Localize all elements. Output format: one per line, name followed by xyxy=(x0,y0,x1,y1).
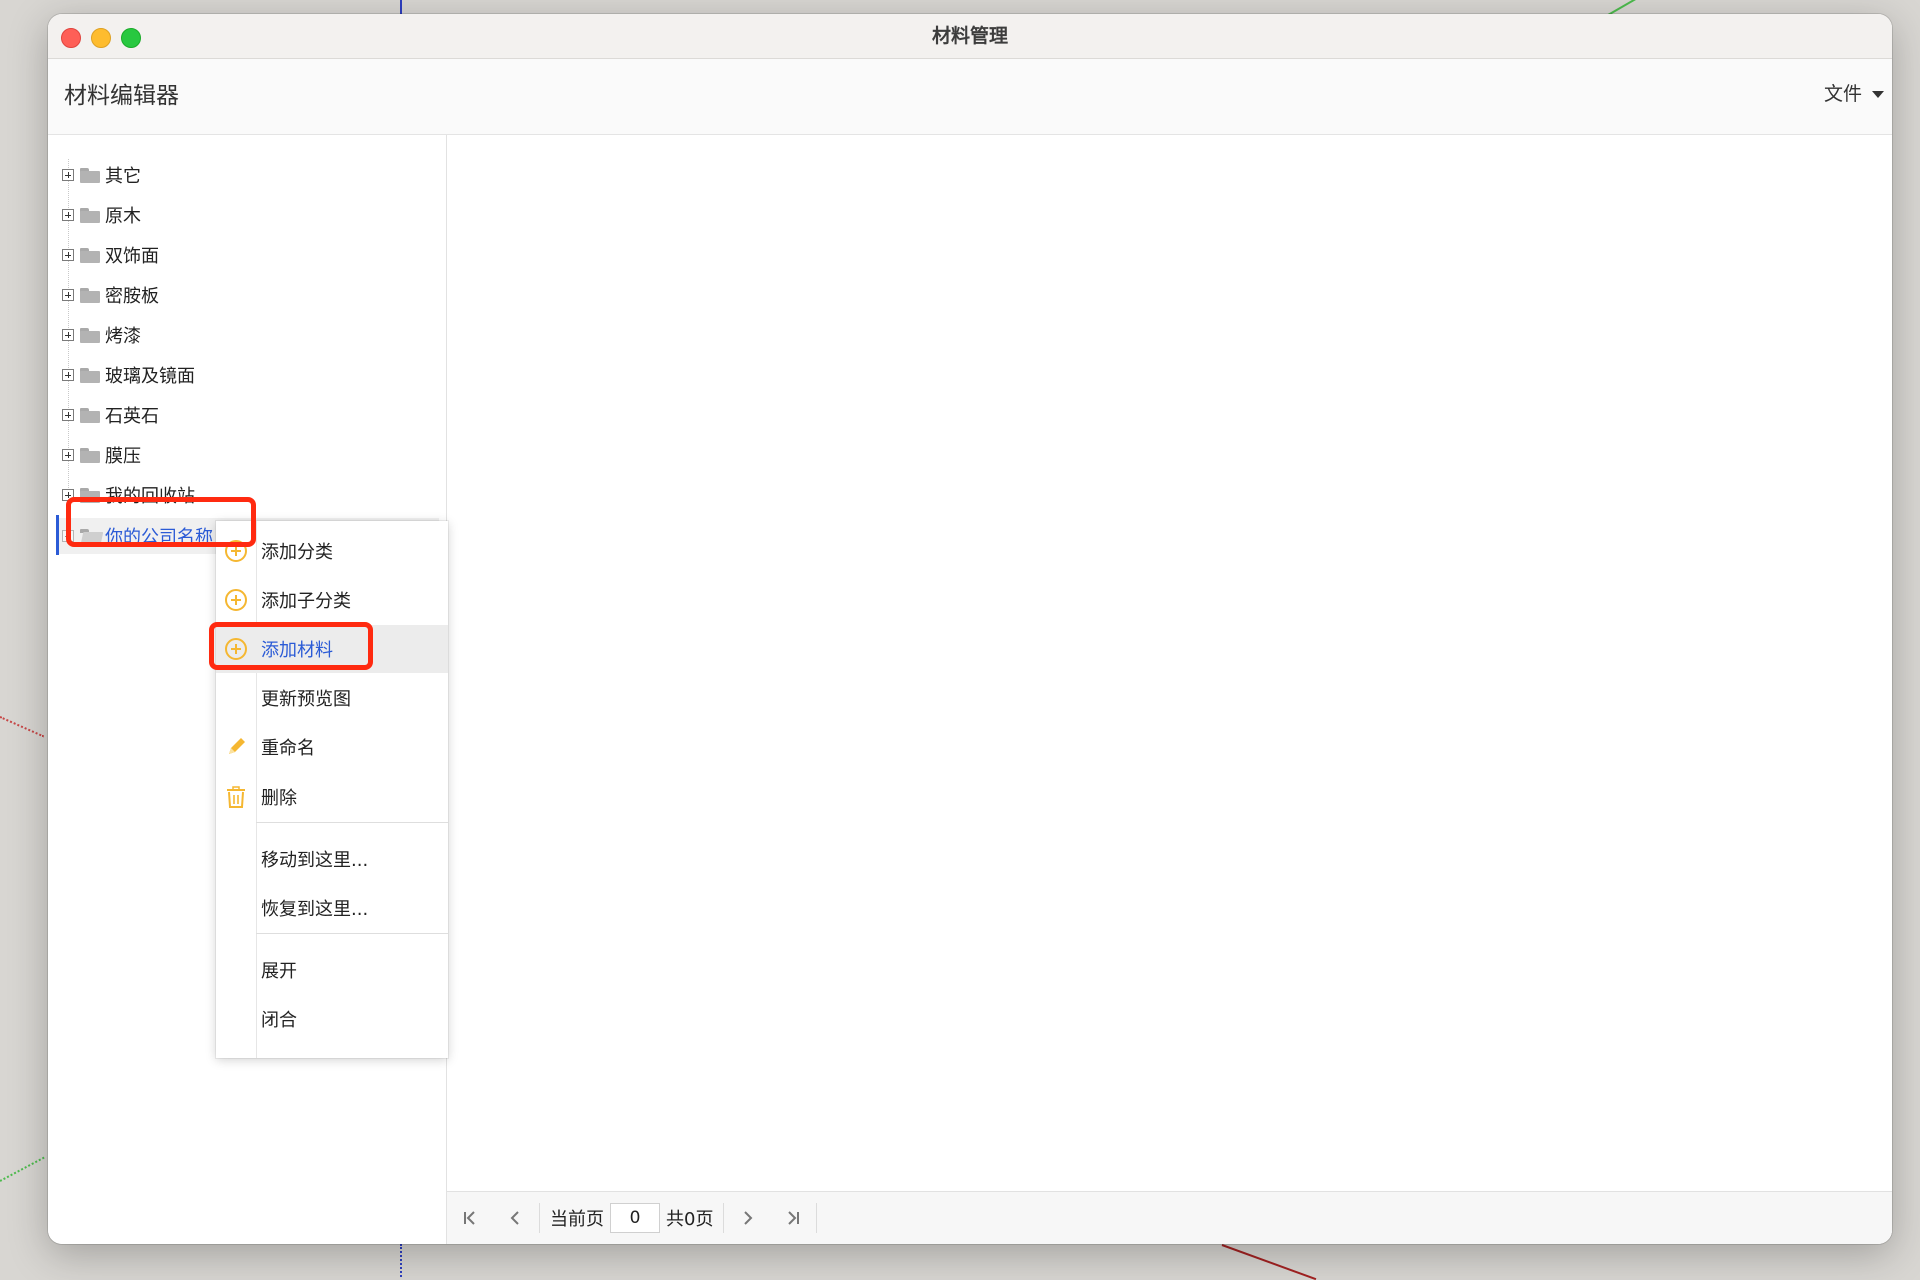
expand-icon[interactable] xyxy=(62,329,74,341)
file-menu-button[interactable]: 文件 xyxy=(1824,59,1884,129)
axis-line-blue-dotted xyxy=(400,1244,402,1277)
next-page-button[interactable] xyxy=(724,1198,770,1238)
menu-item-update-preview[interactable]: 更新预览图 xyxy=(216,674,448,722)
tree-item[interactable]: 石英石 xyxy=(62,397,159,433)
pager-divider xyxy=(539,1203,540,1233)
chevron-right-icon xyxy=(744,1211,753,1225)
plus-circle-icon xyxy=(225,589,247,611)
tree-item-label: 膜压 xyxy=(105,446,141,467)
menu-separator xyxy=(256,933,448,934)
current-page-input[interactable] xyxy=(610,1203,660,1233)
tree-item-label: 你的公司名称 xyxy=(105,527,213,548)
tree-selected-indicator xyxy=(56,515,59,555)
window-title: 材料管理 xyxy=(931,25,1008,47)
expand-icon[interactable] xyxy=(62,449,74,461)
menu-item-label: 恢复到这里... xyxy=(261,899,369,920)
expand-icon[interactable] xyxy=(62,530,74,542)
axis-line-red-dotted xyxy=(0,716,45,738)
open-folder-icon xyxy=(80,528,100,544)
chevron-left-icon xyxy=(510,1211,519,1225)
folder-icon xyxy=(80,247,100,263)
plus-circle-icon xyxy=(225,540,247,562)
tree-item[interactable]: 玻璃及镜面 xyxy=(62,357,195,393)
tree-item[interactable]: 我的回收站 xyxy=(62,477,195,513)
first-page-button[interactable] xyxy=(447,1198,493,1238)
tree-item-label: 我的回收站 xyxy=(105,486,195,507)
menu-item-restore-here[interactable]: 恢复到这里... xyxy=(216,884,448,932)
menu-item-label: 删除 xyxy=(261,788,297,809)
expand-icon[interactable] xyxy=(62,209,74,221)
menu-item-label: 添加材料 xyxy=(261,640,333,661)
tree-item[interactable]: 膜压 xyxy=(62,437,141,473)
tree-item-label: 石英石 xyxy=(105,406,159,427)
expand-icon[interactable] xyxy=(62,289,74,301)
app-title: 材料编辑器 xyxy=(64,83,179,109)
axis-line-red xyxy=(1221,1244,1317,1280)
last-page-button[interactable] xyxy=(770,1198,816,1238)
app-header: 材料编辑器 文件 xyxy=(48,59,1892,135)
tree-item[interactable]: 原木 xyxy=(62,197,141,233)
menu-item-delete[interactable]: 删除 xyxy=(216,773,448,821)
current-page-label: 当前页 xyxy=(550,1209,604,1230)
pencil-icon xyxy=(229,738,245,754)
menu-item-label: 添加子分类 xyxy=(261,591,351,612)
tree-item-label: 烤漆 xyxy=(105,326,141,347)
last-page-icon xyxy=(788,1211,800,1225)
folder-icon xyxy=(80,327,100,343)
expand-icon[interactable] xyxy=(62,409,74,421)
first-page-icon xyxy=(464,1211,475,1225)
menu-item-add-material[interactable]: 添加材料 xyxy=(216,625,448,673)
total-pages-label: 共0页 xyxy=(666,1209,714,1230)
tree-item[interactable]: 密胺板 xyxy=(62,277,159,313)
plus-circle-icon xyxy=(225,638,247,660)
menu-separator xyxy=(256,822,448,823)
tree-item-label: 密胺板 xyxy=(105,286,159,307)
expand-icon[interactable] xyxy=(62,489,74,501)
folder-icon xyxy=(80,207,100,223)
menu-item-move-here[interactable]: 移动到这里... xyxy=(216,835,448,883)
tree-context-menu: 添加分类 添加子分类 添加材料 更新预览图 重命名 删除 移动到这里... 恢复… xyxy=(216,521,448,1058)
tree-item[interactable]: 其它 xyxy=(62,157,141,193)
tree-item-label: 其它 xyxy=(105,166,141,187)
menu-item-label: 添加分类 xyxy=(261,542,333,563)
tree-item-label: 双饰面 xyxy=(105,246,159,267)
menu-item-label: 展开 xyxy=(261,961,297,982)
pager-divider xyxy=(816,1203,818,1233)
menu-item-add-subcategory[interactable]: 添加子分类 xyxy=(216,576,448,624)
menu-item-label: 移动到这里... xyxy=(261,850,369,871)
menu-item-rename[interactable]: 重命名 xyxy=(216,723,448,771)
tree-item-selected[interactable]: 你的公司名称 xyxy=(62,518,213,554)
menu-item-collapse[interactable]: 闭合 xyxy=(216,995,448,1043)
menu-item-expand[interactable]: 展开 xyxy=(216,946,448,994)
tree-item[interactable]: 双饰面 xyxy=(62,237,159,273)
title-bar[interactable]: 材料管理 xyxy=(48,14,1892,59)
folder-icon xyxy=(80,367,100,383)
menu-item-label: 闭合 xyxy=(261,1010,297,1031)
tree-item-label: 原木 xyxy=(105,206,141,227)
tree-item-label: 玻璃及镜面 xyxy=(105,366,195,387)
axis-line-blue xyxy=(400,0,402,14)
expand-icon[interactable] xyxy=(62,169,74,181)
folder-icon xyxy=(80,447,100,463)
menu-item-label: 更新预览图 xyxy=(261,689,351,710)
material-content-area xyxy=(447,135,1892,1244)
trash-icon xyxy=(227,786,245,808)
folder-icon xyxy=(80,287,100,303)
folder-icon xyxy=(80,167,100,183)
menu-item-label: 重命名 xyxy=(261,738,315,759)
menu-item-add-category[interactable]: 添加分类 xyxy=(216,527,448,575)
folder-icon xyxy=(80,407,100,423)
prev-page-button[interactable] xyxy=(493,1198,539,1238)
tree-item[interactable]: 烤漆 xyxy=(62,317,141,353)
expand-icon[interactable] xyxy=(62,369,74,381)
axis-line-green-dotted xyxy=(0,1156,45,1182)
folder-icon xyxy=(80,487,100,503)
caret-down-icon xyxy=(1872,90,1884,98)
pagination-bar: 当前页 共0页 xyxy=(447,1191,1892,1244)
expand-icon[interactable] xyxy=(62,249,74,261)
file-menu-label: 文件 xyxy=(1823,83,1862,105)
